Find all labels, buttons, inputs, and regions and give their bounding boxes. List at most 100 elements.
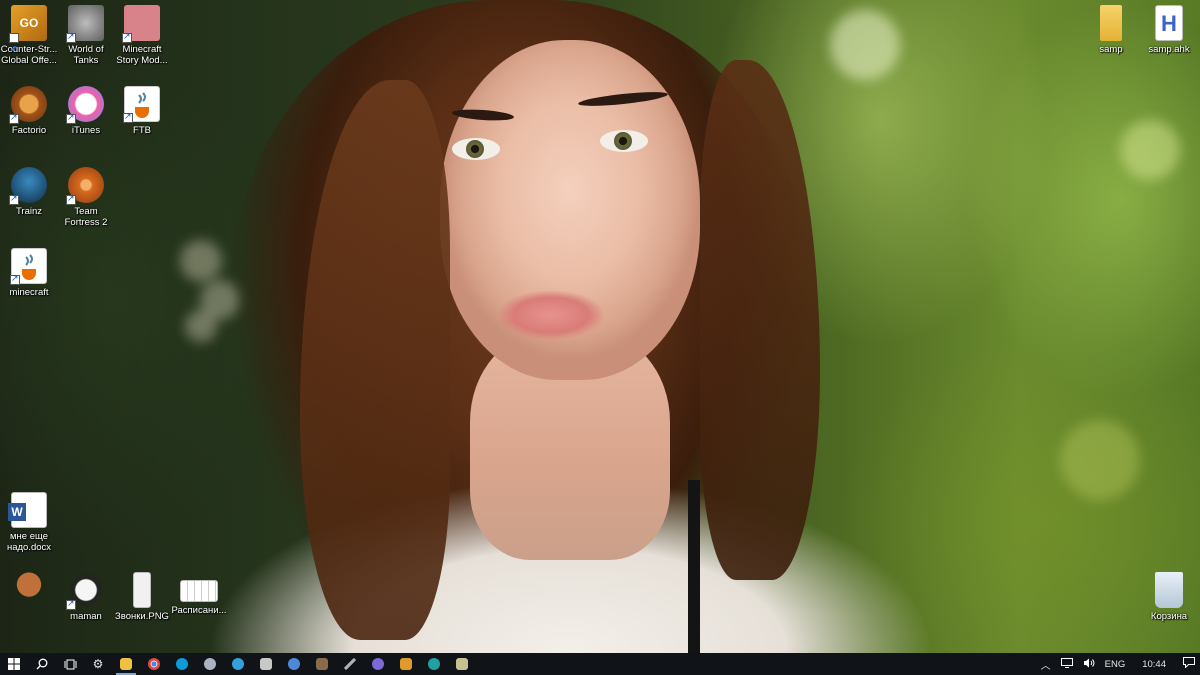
steam-icon	[204, 658, 216, 670]
tool-icon	[344, 658, 356, 670]
telegram-icon	[232, 658, 244, 670]
shortcut-arrow-icon	[66, 31, 76, 43]
desktop-icon-maman[interactable]: maman	[57, 572, 115, 622]
desktop-icon-samp-folder[interactable]: samp	[1082, 5, 1140, 55]
desktop-icon-label: Factorio	[11, 125, 47, 136]
shortcut-arrow-icon	[10, 273, 20, 285]
desktop-icon-csgo[interactable]: GO Counter-Str... Global Offe...	[0, 5, 58, 67]
shortcut-arrow-icon	[9, 193, 19, 205]
windows-logo-icon	[8, 658, 20, 670]
word-document-icon	[8, 492, 47, 528]
search-button[interactable]	[28, 653, 56, 675]
taskbar-app-viber[interactable]	[364, 653, 392, 675]
app-icon	[400, 658, 412, 670]
desktop-icon-label: FTB	[133, 125, 151, 136]
desktop-icon-samp-ahk[interactable]: H samp.ahk	[1140, 5, 1198, 55]
desktop-icon-label: Звонки.PNG	[115, 611, 169, 622]
task-view-button[interactable]	[56, 653, 84, 675]
skype-icon	[176, 658, 188, 670]
speaker-icon	[1083, 658, 1095, 667]
clock[interactable]: 10:44	[1142, 659, 1166, 670]
network-icon[interactable]	[1060, 657, 1073, 671]
desktop-icon-itunes[interactable]: iTunes	[57, 86, 115, 136]
png-file-icon	[180, 580, 218, 602]
desktop-icon-word-document[interactable]: мне еще надо.docx	[0, 492, 58, 553]
app-icon	[260, 658, 272, 670]
taskbar-app-notepad[interactable]	[448, 653, 476, 675]
desktop-icon-world-of-tanks[interactable]: World of Tanks	[57, 5, 115, 66]
system-tray: ︿ ENG 10:44	[1036, 653, 1200, 675]
bear-icon	[11, 572, 47, 608]
desktop-icon-minecraft-story-mode[interactable]: Minecraft Story Mod...	[113, 5, 171, 66]
csgo-icon: GO	[9, 5, 47, 67]
arduino-icon	[428, 658, 440, 670]
shortcut-arrow-icon	[123, 111, 133, 123]
desktop-icon-trainz[interactable]: Trainz	[0, 167, 58, 217]
desktop-icon-zvonki-png[interactable]: Звонки.PNG	[113, 572, 171, 622]
taskbar-app-game[interactable]	[308, 653, 336, 675]
taskbar-app-telegram[interactable]	[224, 653, 252, 675]
taskbar-app-arduino[interactable]	[420, 653, 448, 675]
taskbar-app-steam[interactable]	[196, 653, 224, 675]
taskbar-app-globe[interactable]	[280, 653, 308, 675]
task-view-icon	[64, 659, 76, 669]
shortcut-arrow-icon	[9, 31, 19, 67]
desktop-icon-label: samp	[1099, 44, 1123, 55]
wallpaper-bokeh	[180, 240, 222, 282]
start-button[interactable]	[0, 653, 28, 675]
desktop-icon-recycle-bin[interactable]: Корзина	[1140, 572, 1198, 622]
tf2-icon	[66, 167, 104, 205]
shortcut-arrow-icon	[122, 31, 132, 43]
factorio-icon	[9, 86, 47, 124]
folder-icon	[1100, 5, 1122, 41]
shortcut-arrow-icon	[66, 193, 76, 205]
desktop-icon-label: Counter-Str... Global Offe...	[0, 44, 58, 66]
desktop-icon-label: мне еще надо.docx	[6, 531, 52, 553]
desktop-icon-label: Minecraft Story Mod...	[116, 44, 168, 66]
desktop-icon-bear[interactable]	[0, 572, 58, 611]
taskbar-app-chrome[interactable]	[140, 653, 168, 675]
shortcut-arrow-icon	[66, 112, 76, 124]
shortcut-arrow-icon	[66, 598, 76, 610]
notification-icon	[1183, 657, 1195, 669]
desktop-icon-factorio[interactable]: Factorio	[0, 86, 58, 136]
png-file-icon	[133, 572, 151, 608]
taskbar-app-11[interactable]	[392, 653, 420, 675]
desktop-icon-team-fortress-2[interactable]: Team Fortress 2	[57, 167, 115, 228]
desktop-icon-ftb[interactable]: FTB	[113, 86, 171, 136]
wallpaper-lips	[497, 290, 605, 340]
wallpaper-bokeh	[1120, 120, 1180, 180]
wallpaper-bokeh	[185, 310, 217, 342]
taskbar-app-file-explorer[interactable]	[112, 653, 140, 675]
chrome-icon	[148, 658, 160, 670]
wallpaper-hair-right	[700, 60, 820, 580]
chevron-up-icon[interactable]: ︿	[1041, 657, 1051, 672]
recycle-bin-icon	[1155, 572, 1183, 608]
file-explorer-icon	[120, 658, 132, 670]
ahk-script-icon: H	[1155, 5, 1183, 41]
desktop-icon-label: Расписани...	[171, 605, 227, 616]
desktop-icon-label: minecraft	[9, 287, 49, 298]
wallpaper-eye	[600, 130, 648, 152]
trainz-icon	[9, 167, 47, 205]
language-indicator[interactable]: ENG	[1105, 659, 1126, 670]
taskbar-app-skype[interactable]	[168, 653, 196, 675]
shortcut-arrow-icon	[9, 112, 19, 124]
trollface-icon	[66, 572, 104, 610]
desktop-icon-raspisanie[interactable]: Расписани...	[170, 572, 228, 616]
java-icon	[10, 248, 47, 285]
globe-icon	[288, 658, 300, 670]
taskbar-app-tool[interactable]	[336, 653, 364, 675]
taskbar-app-6[interactable]	[252, 653, 280, 675]
volume-icon[interactable]	[1083, 658, 1095, 671]
desktop-icon-minecraft[interactable]: minecraft	[0, 248, 58, 298]
settings-button[interactable]: ⚙	[84, 653, 112, 675]
game-icon	[316, 658, 328, 670]
action-center-icon[interactable]	[1183, 657, 1195, 671]
desktop-icon-label: iTunes	[71, 125, 101, 136]
desktop-icon-label: World of Tanks	[68, 44, 104, 66]
network-monitor-icon	[1060, 657, 1073, 668]
itunes-icon	[66, 86, 104, 124]
viber-icon	[372, 658, 384, 670]
wallpaper-bokeh	[1060, 420, 1140, 500]
